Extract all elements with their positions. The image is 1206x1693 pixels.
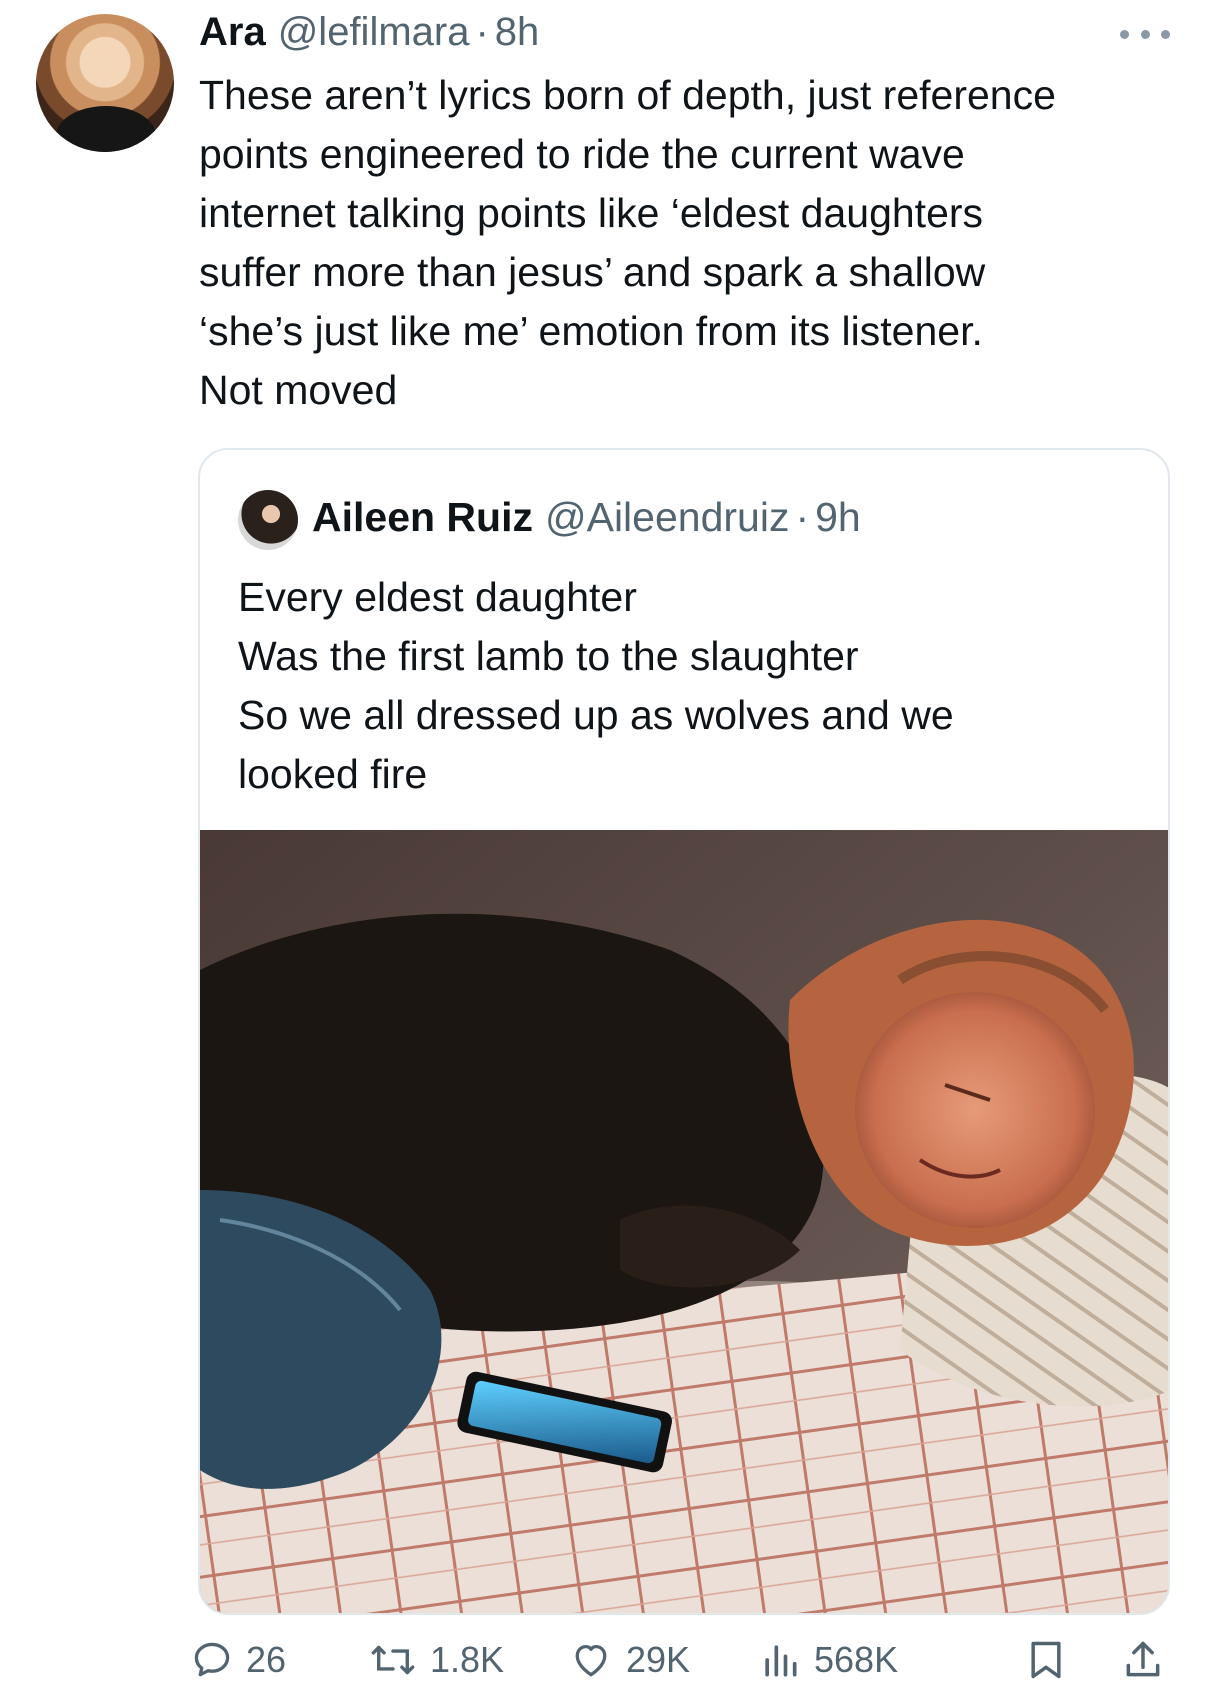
views-button[interactable]: 568K xyxy=(758,1632,898,1688)
views-count: 568K xyxy=(814,1639,899,1680)
quoted-author-name[interactable]: Aileen Ruiz xyxy=(312,494,533,541)
bookmark-button[interactable] xyxy=(1026,1632,1066,1688)
heart-icon xyxy=(575,1644,607,1677)
reply-icon xyxy=(194,1642,230,1677)
analytics-icon xyxy=(765,1645,797,1677)
action-bar: 26 1.8K 29K 568K xyxy=(190,1632,1180,1688)
tweet-time[interactable]: 8h xyxy=(495,10,540,55)
author-handle[interactable]: @lefilmara xyxy=(278,10,470,55)
more-icon[interactable] xyxy=(1120,26,1170,42)
share-icon xyxy=(1126,1641,1160,1677)
more-dot xyxy=(1120,29,1129,39)
quoted-header-separator: · xyxy=(795,494,810,540)
avatar-shirt xyxy=(56,106,156,152)
reply-button[interactable]: 26 xyxy=(190,1632,286,1688)
reply-count: 26 xyxy=(246,1639,287,1680)
quoted-avatar[interactable] xyxy=(238,490,298,550)
tweet-text: These aren’t lyrics born of depth, just … xyxy=(199,72,1056,413)
bookmark-icon xyxy=(1031,1641,1061,1679)
repost-count: 1.8K xyxy=(430,1639,505,1680)
quoted-text: Every eldest daughter Was the first lamb… xyxy=(238,574,954,797)
more-dot xyxy=(1140,29,1150,39)
header-separator: · xyxy=(475,10,489,54)
quoted-time[interactable]: 9h xyxy=(815,494,861,541)
quoted-image[interactable] xyxy=(200,830,1168,1613)
repost-button[interactable]: 1.8K xyxy=(368,1632,504,1688)
more-dot xyxy=(1161,29,1170,39)
quoted-author-handle[interactable]: @Aileendruiz xyxy=(545,494,789,541)
repost-icon xyxy=(371,1645,415,1675)
like-button[interactable]: 29K xyxy=(568,1632,690,1688)
quoted-tweet[interactable]: Aileen Ruiz @Aileendruiz · 9h Every elde… xyxy=(198,448,1170,1615)
share-button[interactable] xyxy=(1122,1632,1164,1688)
author-name[interactable]: Ara xyxy=(199,10,266,55)
quoted-header: Aileen Ruiz @Aileendruiz · 9h xyxy=(312,494,861,541)
tweet-header: Ara @lefilmara · 8h xyxy=(199,10,539,60)
bedroom-photo xyxy=(200,830,1168,1613)
like-count: 29K xyxy=(626,1639,691,1680)
avatar[interactable] xyxy=(36,14,174,152)
